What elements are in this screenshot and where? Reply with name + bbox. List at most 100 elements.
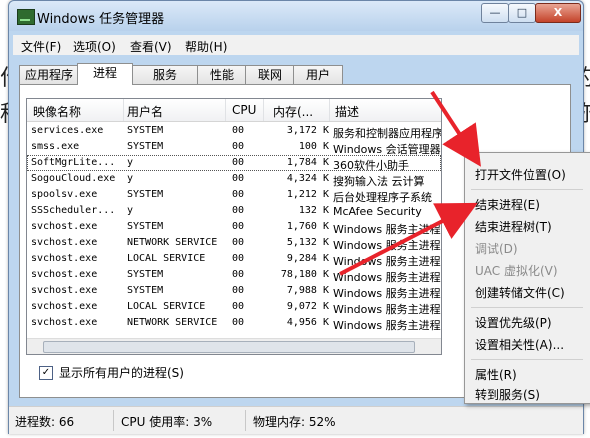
process-cpu: 00 [232, 301, 245, 312]
ctx-create-dump-file[interactable]: 创建转储文件(C) [475, 284, 565, 301]
table-row[interactable]: spoolsv.exe SYSTEM 00 1,212 K 后台处理程序子系统 [27, 187, 441, 204]
process-cpu: 00 [232, 205, 245, 216]
ctx-uac-virtualization: UAC 虚拟化(V) [475, 264, 558, 278]
menu-options[interactable]: 选项(O) [73, 38, 116, 55]
column-memory[interactable]: 内存(... [273, 103, 313, 120]
process-user-name: y [127, 157, 134, 168]
tab-applications[interactable]: 应用程序 [19, 65, 79, 84]
process-user-name: SYSTEM [127, 221, 164, 232]
ctx-go-to-services[interactable]: 转到服务(S) [475, 386, 540, 403]
ctx-end-process-tree[interactable]: 结束进程树(T) [475, 218, 552, 235]
process-image-name: services.exe [31, 125, 104, 136]
table-row[interactable]: SSScheduler... y 00 132 K McAfee Security [27, 203, 441, 219]
process-image-name: svchost.exe [31, 269, 98, 280]
process-image-name: svchost.exe [31, 253, 98, 264]
process-user-name: SYSTEM [127, 189, 164, 200]
tab-performance[interactable]: 性能 [197, 65, 247, 84]
tab-processes[interactable]: 进程 [77, 63, 133, 85]
process-cpu: 00 [232, 237, 245, 248]
menu-view[interactable]: 查看(V) [130, 38, 172, 55]
menu-help[interactable]: 帮助(H) [185, 38, 227, 55]
process-memory: 7,988 K [286, 285, 329, 296]
task-manager-icon [17, 9, 35, 25]
column-description[interactable]: 描述 [335, 103, 359, 120]
process-user-name: LOCAL SERVICE [127, 301, 206, 312]
process-image-name: smss.exe [31, 141, 80, 152]
column-image-name[interactable]: 映像名称 [33, 103, 81, 120]
process-description: Windows 服务主进程 [333, 319, 441, 332]
process-user-name: SYSTEM [127, 141, 164, 152]
process-cpu: 00 [232, 317, 245, 328]
process-cpu: 00 [232, 253, 245, 264]
table-row[interactable]: svchost.exe LOCAL SERVICE 00 9,072 K Windows… [27, 299, 441, 316]
process-user-name: LOCAL SERVICE [127, 253, 206, 264]
table-row[interactable]: SogouCloud.exe y 00 4,324 K 搜狗输入法 云计算 [27, 171, 441, 188]
process-memory: 4,324 K [286, 173, 329, 184]
table-row[interactable]: smss.exe SYSTEM 00 100 K Windows 会话管理器 [27, 139, 441, 156]
status-bar: 进程数: 66 CPU 使用率: 3% 物理内存: 52% [9, 406, 583, 434]
process-user-name: NETWORK SERVICE [127, 237, 218, 248]
process-memory: 1,212 K [286, 189, 329, 200]
process-user-name: NETWORK SERVICE [127, 317, 218, 328]
ctx-set-affinity[interactable]: 设置相关性(A)... [475, 336, 564, 353]
process-user-name: y [127, 173, 134, 184]
context-menu: 打开文件位置(O) 结束进程(E) 结束进程树(T) 调试(D) UAC 虚拟化… [464, 152, 590, 404]
process-image-name: SogouCloud.exe [31, 173, 116, 184]
process-cpu: 00 [232, 173, 245, 184]
tab-networking[interactable]: 联网 [245, 65, 295, 84]
process-cpu: 00 [232, 269, 245, 280]
process-cpu: 00 [232, 141, 245, 152]
process-memory: 3,172 K [286, 125, 329, 136]
process-memory: 78,180 K [280, 269, 329, 280]
process-list[interactable]: 映像名称 用户名 CPU 内存(... 描述 services.exe SYSTE… [26, 98, 442, 355]
process-image-name: svchost.exe [31, 221, 98, 232]
tab-users[interactable]: 用户 [293, 65, 343, 84]
process-image-name: SSScheduler... [31, 205, 116, 216]
column-cpu[interactable]: CPU [232, 103, 256, 117]
show-all-users-checkbox[interactable]: ✓ [39, 366, 53, 380]
ctx-open-file-location[interactable]: 打开文件位置(O) [475, 166, 566, 183]
process-image-name: spoolsv.exe [31, 189, 98, 200]
status-memory: 物理内存: 52% [253, 415, 336, 429]
ctx-end-process[interactable]: 结束进程(E) [475, 196, 540, 213]
menu-bar: 文件(F) 选项(O) 查看(V) 帮助(H) [13, 35, 579, 55]
process-user-name: y [127, 205, 134, 216]
list-header: 映像名称 用户名 CPU 内存(... 描述 [27, 99, 441, 122]
ctx-set-priority[interactable]: 设置优先级(P) [475, 314, 552, 331]
process-image-name: svchost.exe [31, 301, 98, 312]
table-row[interactable]: svchost.exe SYSTEM 00 7,988 K Windows 服务主进程 [27, 283, 441, 300]
process-image-name: svchost.exe [31, 285, 98, 296]
process-cpu: 00 [232, 221, 245, 232]
ctx-properties[interactable]: 属性(R) [475, 366, 517, 383]
table-row[interactable]: svchost.exe SYSTEM 00 1,760 K Windows 服务主进程 [27, 219, 441, 236]
process-memory: 9,284 K [286, 253, 329, 264]
column-user-name[interactable]: 用户名 [127, 103, 163, 120]
table-row[interactable]: svchost.exe NETWORK SERVICE 00 4,956 K Windo… [27, 315, 441, 332]
table-row[interactable]: svchost.exe LOCAL SERVICE 00 9,284 K Windows… [27, 251, 441, 268]
tab-services[interactable]: 服务 [131, 65, 199, 84]
table-row[interactable]: svchost.exe NETWORK SERVICE 00 5,132 K Windo… [27, 235, 441, 252]
process-memory: 4,956 K [286, 317, 329, 328]
menu-file[interactable]: 文件(F) [21, 38, 61, 55]
process-user-name: SYSTEM [127, 125, 164, 136]
process-user-name: SYSTEM [127, 285, 164, 296]
minimize-button[interactable]: — [481, 3, 509, 23]
process-cpu: 00 [232, 189, 245, 200]
scrollbar-thumb[interactable] [43, 341, 415, 353]
process-memory: 100 K [298, 141, 329, 152]
maximize-button[interactable]: □ [508, 3, 536, 23]
process-memory: 132 K [298, 205, 329, 216]
process-image-name: SoftMgrLite... [31, 157, 116, 168]
process-memory: 9,072 K [286, 301, 329, 312]
process-cpu: 00 [232, 285, 245, 296]
process-cpu: 00 [232, 125, 245, 136]
close-button[interactable]: X [535, 3, 581, 23]
table-row[interactable]: SoftMgrLite... y 00 1,784 K 360软件小助手 [27, 155, 441, 172]
title-bar[interactable]: Windows 任务管理器 — □ X [9, 1, 583, 31]
table-row[interactable]: services.exe SYSTEM 00 3,172 K 服务和控制器应用程序 [27, 123, 441, 140]
show-all-users-label[interactable]: 显示所有用户的进程(S) [59, 364, 184, 381]
horizontal-scrollbar[interactable] [27, 338, 441, 354]
process-memory: 1,760 K [286, 221, 329, 232]
table-row[interactable]: svchost.exe SYSTEM 00 78,180 K Windows 服务主进程 [27, 267, 441, 284]
process-image-name: svchost.exe [31, 317, 98, 328]
